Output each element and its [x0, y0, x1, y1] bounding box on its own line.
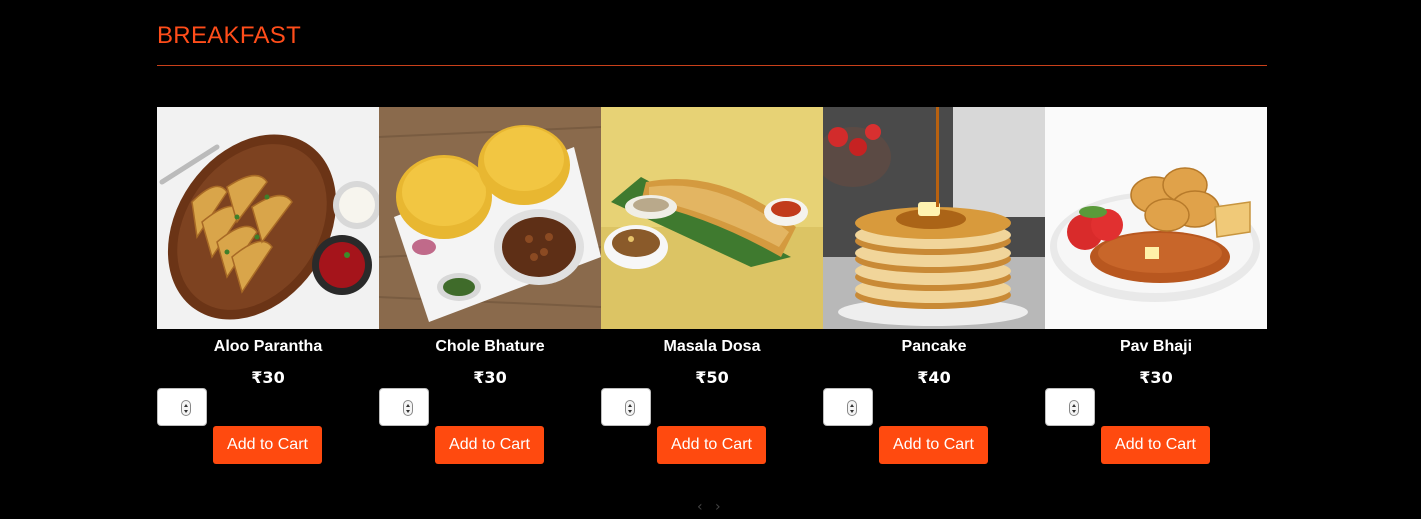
section-title: BREAKFAST	[157, 22, 302, 49]
quantity-input[interactable]	[823, 388, 873, 426]
product-price: ₹30	[251, 368, 285, 387]
product-price: ₹40	[917, 368, 951, 387]
product-image-aloo-parantha[interactable]	[157, 107, 379, 329]
product-name: Aloo Parantha	[213, 338, 323, 355]
product-card: Pancake ₹40 Add to Cart	[823, 107, 1045, 467]
product-name: Chole Bhature	[435, 338, 545, 355]
product-image-masala-dosa[interactable]	[601, 107, 823, 329]
product-name: Masala Dosa	[663, 338, 761, 355]
quantity-input[interactable]	[157, 388, 207, 426]
quantity-stepper-icon[interactable]	[1069, 400, 1079, 416]
quantity-stepper-icon[interactable]	[625, 400, 635, 416]
add-to-cart-button[interactable]: Add to Cart	[1101, 426, 1210, 464]
product-carousel: Aloo Parantha ₹30 Add to Cart Chole Bhat…	[157, 107, 1267, 467]
product-name: Pav Bhaji	[1119, 338, 1193, 355]
carousel-prev-icon[interactable]: ‹	[697, 499, 703, 515]
product-image-pancake[interactable]	[823, 107, 1045, 329]
add-to-cart-button[interactable]: Add to Cart	[213, 426, 322, 464]
quantity-input[interactable]	[379, 388, 429, 426]
product-price: ₹30	[1139, 368, 1173, 387]
quantity-stepper-icon[interactable]	[403, 400, 413, 416]
product-name: Pancake	[901, 338, 967, 355]
product-image-pav-bhaji[interactable]	[1045, 107, 1267, 329]
product-card: Aloo Parantha ₹30 Add to Cart	[157, 107, 379, 467]
breakfast-section: BREAKFAST Aloo Parantha ₹30 Add to Cart …	[157, 0, 1267, 519]
quantity-input[interactable]	[1045, 388, 1095, 426]
product-card: Masala Dosa ₹50 Add to Cart	[601, 107, 823, 467]
section-divider	[157, 65, 1267, 66]
add-to-cart-button[interactable]: Add to Cart	[435, 426, 544, 464]
product-price: ₹50	[695, 368, 729, 387]
product-image-chole-bhature[interactable]	[379, 107, 601, 329]
quantity-input[interactable]	[601, 388, 651, 426]
carousel-nav: ‹ ›	[697, 499, 729, 515]
quantity-stepper-icon[interactable]	[181, 400, 191, 416]
product-card: Chole Bhature ₹30 Add to Cart	[379, 107, 601, 467]
add-to-cart-button[interactable]: Add to Cart	[879, 426, 988, 464]
product-card: Pav Bhaji ₹30 Add to Cart	[1045, 107, 1267, 467]
add-to-cart-button[interactable]: Add to Cart	[657, 426, 766, 464]
quantity-stepper-icon[interactable]	[847, 400, 857, 416]
product-price: ₹30	[473, 368, 507, 387]
carousel-next-icon[interactable]: ›	[715, 499, 721, 515]
